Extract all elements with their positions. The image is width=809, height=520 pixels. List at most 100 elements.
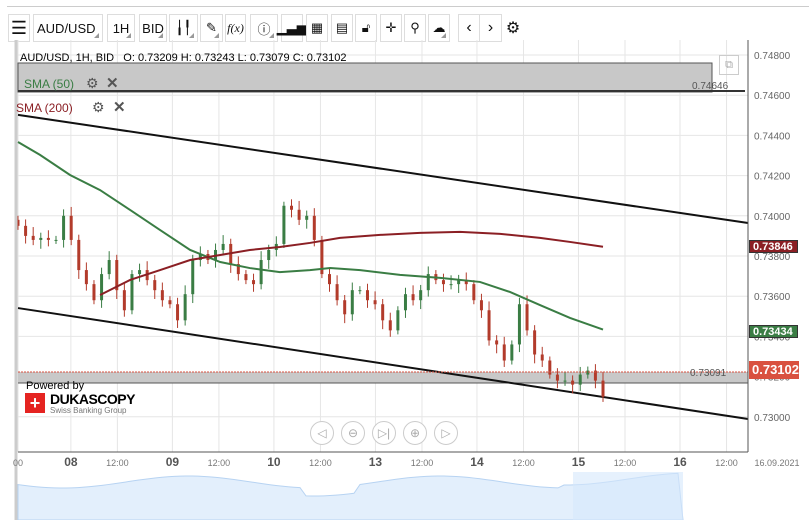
price-chart[interactable]: 0.74646 0.73091 0.74800 0.74600 0.74400 0.7… — [0, 0, 809, 520]
candle-body — [191, 260, 195, 295]
zoom-in-button[interactable]: ⊕ — [403, 421, 427, 445]
candle-body — [176, 304, 180, 321]
candle-body — [365, 290, 369, 301]
sma50-price-badge: 0.73434 — [749, 325, 798, 338]
candle-body — [244, 274, 248, 281]
scroll-right-button[interactable]: ▷ — [434, 421, 458, 445]
candle-body — [396, 310, 400, 331]
candle-body — [312, 215, 316, 240]
time-tick-label: 09 — [166, 455, 180, 469]
detach-button[interactable]: ⧉ — [719, 55, 739, 75]
zoom-out-button[interactable]: ⊖ — [341, 421, 365, 445]
candle-body — [502, 344, 506, 361]
sma200-price-badge: 0.73846 — [749, 240, 798, 253]
candle-body — [419, 290, 423, 301]
price-tick-label: 0.73000 — [754, 413, 791, 424]
candle-body — [69, 215, 73, 240]
candle-body — [122, 290, 126, 311]
candle-body — [571, 380, 575, 385]
candle-body — [578, 374, 582, 385]
candle-body — [24, 225, 28, 236]
candle-body — [327, 274, 331, 285]
candle-body — [183, 294, 187, 321]
candle-body — [388, 320, 392, 331]
price-tick-label: 0.74800 — [754, 51, 791, 62]
candle-body — [563, 380, 567, 382]
triangle-left-icon: ◁ — [317, 426, 327, 440]
candle-body — [479, 300, 483, 311]
candle-body — [267, 249, 271, 261]
candle-body — [252, 280, 256, 285]
time-tick-label: 08 — [64, 455, 78, 469]
lower-price-zone — [18, 372, 748, 383]
upper-zone-label: 0.74646 — [692, 81, 729, 92]
sma200-remove-close-icon[interactable]: ✕ — [113, 98, 126, 116]
sma200-settings-gear-icon[interactable]: ⚙ — [92, 99, 105, 116]
candle-body — [381, 304, 385, 321]
time-tick-label: 14 — [470, 455, 484, 469]
candle-body — [290, 205, 294, 210]
candle-body — [221, 243, 225, 250]
candle-body — [259, 260, 263, 285]
candle-body — [403, 294, 407, 311]
candle-body — [39, 237, 43, 240]
candle-body — [525, 304, 529, 331]
candle-body — [373, 300, 377, 305]
candle-body — [586, 370, 590, 375]
sma50-settings-gear-icon[interactable]: ⚙ — [86, 75, 99, 92]
time-tick-label: 16 — [673, 455, 687, 469]
candle-body — [46, 237, 50, 240]
sma50-legend[interactable]: SMA (50) — [24, 77, 74, 91]
upper-price-zone — [17, 62, 713, 93]
candle-body — [449, 284, 453, 286]
go-latest-button[interactable]: ▷| — [372, 421, 396, 445]
candle-body — [282, 205, 286, 244]
zoom-out-icon: ⊖ — [347, 426, 359, 440]
time-tick-label: 12:00 — [715, 458, 738, 468]
time-tick-label: 13 — [369, 455, 383, 469]
triangle-right-icon: ▷ — [441, 426, 451, 440]
time-tick-label: 12:00 — [512, 458, 535, 468]
sma50-remove-close-icon[interactable]: ✕ — [106, 74, 119, 92]
candle-body — [107, 260, 111, 275]
candle-body — [441, 280, 445, 285]
candle-body — [358, 290, 362, 292]
price-tick-label: 0.74600 — [754, 91, 791, 102]
time-tick-label: 00 — [13, 458, 23, 468]
candle-body — [62, 215, 66, 240]
sma200-legend[interactable]: SMA (200) — [16, 101, 73, 115]
date-label: 16.09.2021 — [754, 458, 799, 468]
time-tick-label: 12:00 — [411, 458, 434, 468]
price-tick-label: 0.73600 — [754, 292, 791, 303]
dukascopy-subtitle: Swiss Banking Group — [50, 406, 127, 415]
lower-zone-label: 0.73091 — [690, 368, 727, 379]
candle-body — [487, 310, 491, 341]
scroll-left-button[interactable]: ◁ — [310, 421, 334, 445]
candle-body — [555, 374, 559, 381]
candle-body — [350, 290, 354, 315]
candle-body — [160, 290, 164, 301]
dukascopy-logo-text: DUKASCOPY — [50, 391, 135, 407]
zoom-in-icon: ⊕ — [409, 426, 421, 440]
popout-icon: ⧉ — [725, 59, 733, 71]
candle-body — [305, 215, 309, 220]
time-tick-label: 12:00 — [106, 458, 129, 468]
time-tick-label: 10 — [267, 455, 281, 469]
time-tick-label: 12:00 — [208, 458, 231, 468]
candle-body — [100, 274, 104, 301]
skip-end-icon: ▷| — [377, 426, 391, 440]
price-tick-label: 0.73800 — [754, 252, 791, 263]
candle-body — [153, 280, 157, 291]
price-tick-label: 0.74000 — [754, 212, 791, 223]
candle-body — [92, 284, 96, 301]
candle-body — [84, 270, 88, 285]
time-tick-label: 12:00 — [614, 458, 637, 468]
candle-body — [77, 239, 81, 271]
navigator-window[interactable] — [573, 472, 683, 520]
candle-body — [495, 340, 499, 345]
candle-body — [297, 209, 301, 220]
price-tick-label: 0.74200 — [754, 172, 791, 183]
candle-body — [510, 344, 514, 361]
price-tick-label: 0.74400 — [754, 131, 791, 142]
time-tick-label: 12:00 — [309, 458, 332, 468]
